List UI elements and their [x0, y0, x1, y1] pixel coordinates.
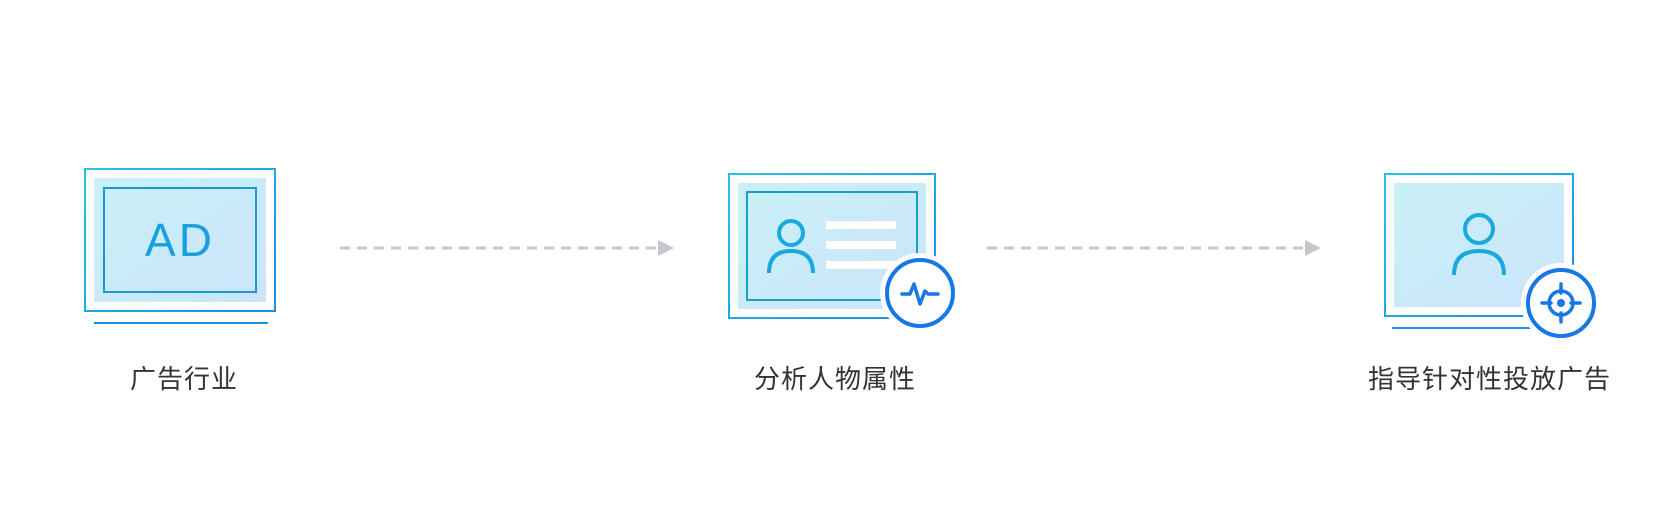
step-label-guide-targeted-ad-placement: 指导针对性投放广告: [1368, 365, 1612, 395]
user-monitor-with-target-icon: [1384, 173, 1601, 343]
text-lines-icon: [826, 221, 896, 269]
arrowhead-icon: [1305, 240, 1321, 256]
process-diagram: AD 广告行业 分析人物属性 指导针对性投放广告: [0, 0, 1660, 520]
step-label-analyze-person-attributes: 分析人物属性: [754, 365, 917, 395]
ad-text: AD: [145, 214, 215, 266]
connector-arrow-2: [987, 240, 1321, 256]
arrowhead-icon: [658, 240, 674, 256]
connector-arrow-1: [340, 240, 674, 256]
profile-card-with-pulse-icon: [728, 173, 960, 333]
target-badge-icon: [1521, 263, 1601, 343]
step-label-advertising-industry: 广告行业: [130, 365, 239, 395]
pulse-badge-icon: [880, 253, 960, 333]
ad-monitor-icon: AD: [84, 168, 276, 324]
